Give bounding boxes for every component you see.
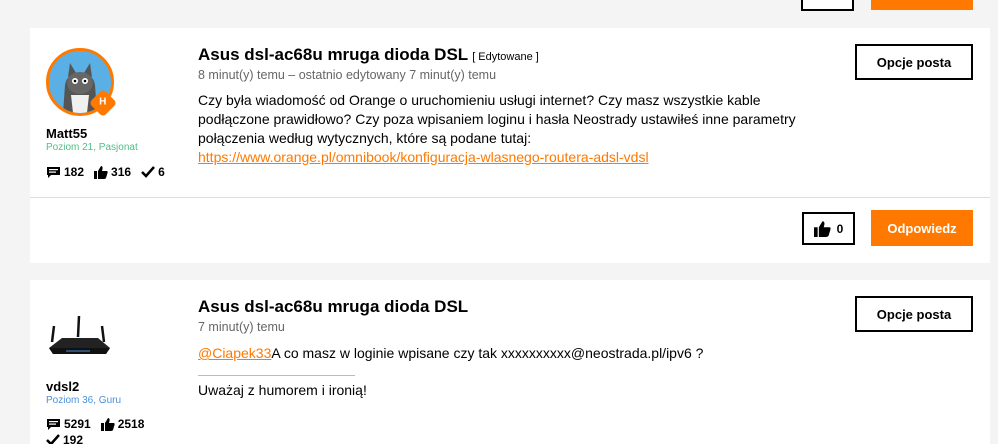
likes-stat: 2518 [100, 417, 144, 431]
message-icon [47, 418, 60, 430]
thumbs-up-icon [813, 221, 831, 237]
kudo-count: 0 [836, 221, 844, 236]
user-stats: 182 316 6 [46, 165, 176, 179]
post-body-text: A co masz w loginie wpisane czy tak xxxx… [271, 345, 704, 361]
solutions-stat: 6 [141, 165, 165, 179]
post-options-button[interactable]: Opcje posta [855, 44, 973, 80]
previous-post-footer [0, 0, 998, 12]
forum-post: H Matt55 Poziom 21, Pasjonat 182 316 6 A… [30, 28, 990, 263]
solutions-stat: 192 [46, 433, 83, 444]
post-body-text: Czy była wiadomość od Orange o uruchomie… [198, 92, 796, 146]
username[interactable]: Matt55 [46, 126, 87, 141]
messages-stat: 182 [46, 165, 84, 179]
user-rank: Poziom 21, Pasjonat [46, 142, 138, 153]
post-title-text[interactable]: Asus dsl-ac68u mruga dioda DSL [198, 297, 468, 316]
post-title-text[interactable]: Asus dsl-ac68u mruga dioda DSL [198, 45, 468, 64]
user-mention[interactable]: @Ciapek33 [198, 345, 271, 361]
reply-button[interactable]: Odpowiedz [871, 210, 973, 246]
messages-stat: 5291 [46, 417, 91, 431]
reply-button[interactable] [871, 0, 973, 10]
checkmark-icon [141, 166, 155, 178]
post-options-button[interactable]: Opcje posta [855, 296, 973, 332]
thumbs-up-icon [94, 166, 108, 179]
signature-divider [198, 375, 355, 376]
post-body: Czy była wiadomość od Orange o uruchomie… [198, 91, 818, 167]
user-stats: 5291 2518 192 [46, 417, 176, 444]
message-icon [47, 166, 60, 178]
forum-post: vdsl2 Poziom 36, Guru 5291 2518 192 Asus… [30, 280, 990, 444]
post-meta: 7 minut(y) temu [198, 320, 285, 334]
thumbs-up-icon [100, 418, 115, 431]
post-body: @Ciapek33A co masz w loginie wpisane czy… [198, 344, 818, 363]
checkmark-icon [46, 434, 60, 444]
post-meta: 8 minut(y) temu – ostatnio edytowany 7 m… [198, 68, 497, 82]
post-title[interactable]: Asus dsl-ac68u mruga dioda DSL [198, 297, 468, 317]
divider [30, 197, 990, 198]
user-rank: Poziom 36, Guru [46, 395, 122, 406]
kudo-button[interactable] [801, 0, 854, 11]
edited-tag: [ Edytowane ] [472, 51, 539, 63]
kudo-button[interactable]: 0 [802, 212, 855, 245]
username[interactable]: vdsl2 [46, 379, 79, 394]
post-title[interactable]: Asus dsl-ac68u mruga dioda DSL [ Edytowan… [198, 45, 539, 65]
signature: Uważaj z humorem i ironią! [198, 382, 367, 398]
likes-stat: 316 [94, 165, 131, 179]
omnibook-link[interactable]: https://www.orange.pl/omnibook/konfigura… [198, 149, 649, 165]
avatar[interactable] [44, 304, 114, 364]
